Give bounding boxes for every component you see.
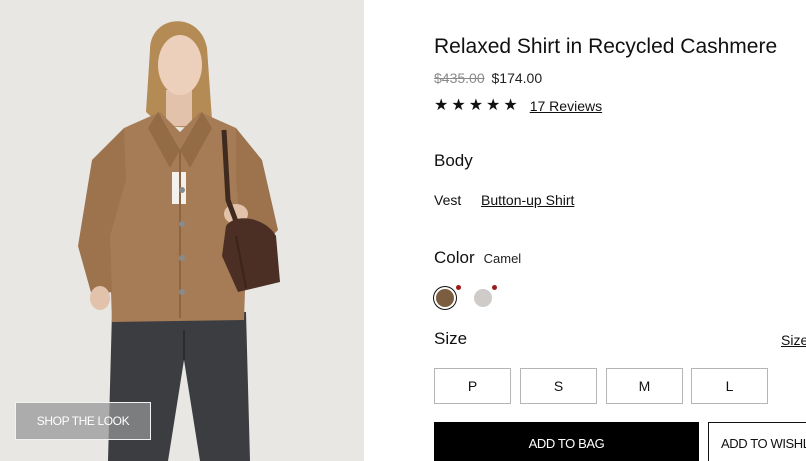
size-option-m[interactable]: M: [606, 368, 683, 404]
camel-swatch[interactable]: [436, 289, 454, 307]
star-icon: ★: [451, 97, 466, 114]
selected-color: Camel: [483, 251, 522, 266]
star-icon: ★: [486, 97, 501, 114]
color-label: Color: [434, 248, 475, 267]
star-icon: ★: [503, 97, 518, 114]
add-to-wishlist-button[interactable]: ADD TO WISHLIST: [708, 422, 806, 461]
rating-row: ★ ★ ★ ★ ★ 17 Reviews: [434, 97, 602, 115]
star-icon: ★: [434, 97, 449, 114]
product-photo: SHOP THE LOOK: [0, 0, 364, 461]
star-icon: ★: [468, 97, 484, 114]
grey-swatch[interactable]: [474, 289, 492, 307]
size-option-l[interactable]: L: [691, 368, 768, 404]
body-option-button-up-shirt[interactable]: Button-up Shirt: [481, 192, 574, 208]
original-price: $435.00: [434, 70, 485, 86]
sale-dot-icon: [492, 285, 497, 290]
sale-price: $174.00: [491, 70, 543, 86]
body-label: Body: [434, 151, 473, 170]
size-guide-link[interactable]: Size: [781, 332, 806, 348]
size-option-p[interactable]: P: [434, 368, 511, 404]
price-row: $435.00 $174.00: [434, 70, 542, 86]
color-row: Color Camel: [434, 248, 521, 268]
product-title: Relaxed Shirt in Recycled Cashmere: [434, 35, 778, 58]
add-to-bag-button[interactable]: ADD TO BAG: [434, 422, 699, 461]
shop-the-look-button[interactable]: SHOP THE LOOK: [15, 402, 151, 440]
star-rating: ★ ★ ★ ★ ★: [434, 97, 518, 115]
model-illustration: [0, 0, 364, 461]
body-option-vest[interactable]: Vest: [434, 192, 461, 208]
size-option-s[interactable]: S: [520, 368, 597, 404]
reviews-link[interactable]: 17 Reviews: [530, 98, 602, 114]
size-label: Size: [434, 329, 468, 348]
sale-dot-icon: [456, 285, 461, 290]
